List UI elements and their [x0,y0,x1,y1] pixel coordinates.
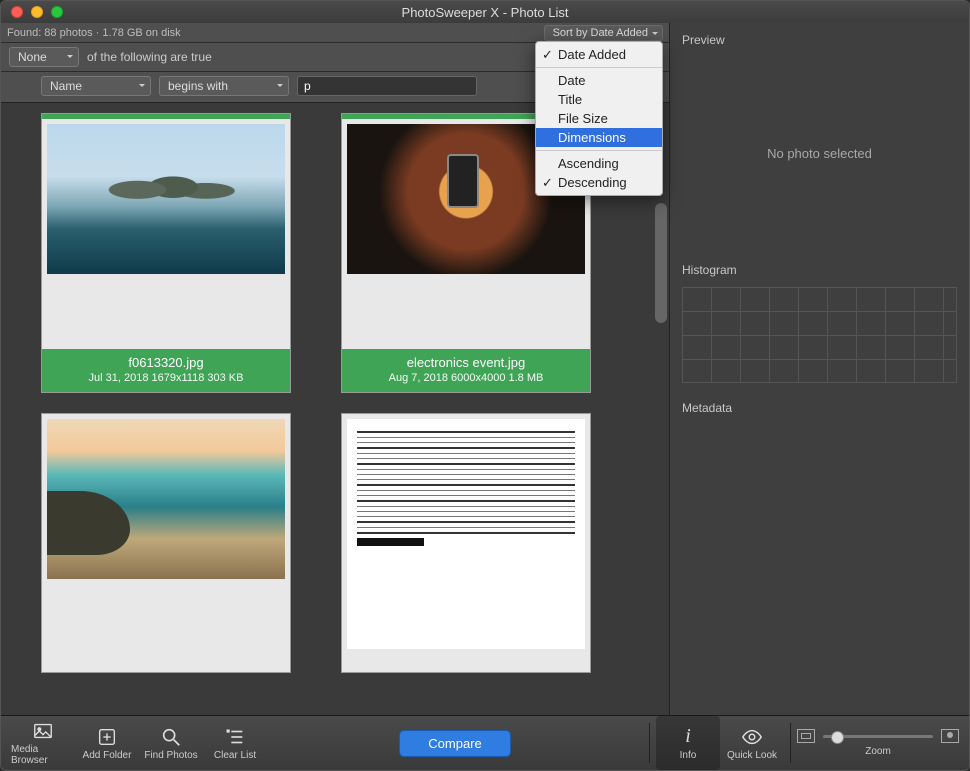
compare-button[interactable]: Compare [399,730,510,757]
preview-placeholder: No photo selected [767,146,872,161]
close-icon[interactable] [11,6,23,18]
sort-menu-date-added[interactable]: Date Added [536,45,662,64]
zoom-in-icon[interactable] [941,729,959,743]
sort-menu-title[interactable]: Title [536,90,662,109]
photo-meta: Aug 7, 2018 6000x4000 1.8 MB [346,371,586,386]
inspector-pane: Preview No photo selected Histogram Meta… [669,23,969,715]
filter-match-select[interactable]: None [9,47,79,67]
status-bar: Found: 88 photos · 1.78 GB on disk Sort … [1,23,669,43]
toolbar-label: Clear List [214,750,256,761]
clear-list-button[interactable]: Clear List [203,716,267,770]
toolbar-label: Quick Look [727,750,777,761]
photo-thumbnail [347,419,585,649]
info-icon: i [677,726,699,748]
sort-menu-descending[interactable]: Descending [536,173,662,192]
histogram-header: Histogram [670,253,969,283]
photo-thumbnail [47,124,285,274]
zoom-window-icon[interactable] [51,6,63,18]
find-photos-button[interactable]: Find Photos [139,716,203,770]
info-button[interactable]: i Info [656,716,720,770]
toolbar-label: Media Browser [11,744,75,766]
sort-menu-date[interactable]: Date [536,71,662,90]
toolbar-label: Find Photos [144,750,197,761]
window-controls [1,6,63,18]
photo-filename: electronics event.jpg [346,354,586,372]
zoom-control [797,729,959,743]
photo-card[interactable] [341,413,591,673]
media-browser-icon [32,720,54,742]
plus-icon [96,726,118,748]
sort-button[interactable]: Sort by Date Added [544,25,663,41]
photo-thumbnail [47,419,285,579]
toolbar-label: Add Folder [83,750,132,761]
window-title: PhotoSweeper X - Photo List [1,5,969,20]
photo-card[interactable] [41,413,291,673]
eye-icon [741,726,763,748]
preview-header: Preview [670,23,969,53]
app-window: PhotoSweeper X - Photo List Found: 88 ph… [0,0,970,771]
main-pane: Found: 88 photos · 1.78 GB on disk Sort … [1,23,669,715]
toolbar-label: Zoom [865,746,891,757]
photo-filename: f0613320.jpg [46,354,286,372]
sort-menu-dimensions[interactable]: Dimensions [536,128,662,147]
filter-value-input[interactable] [297,76,477,96]
photo-card[interactable]: f0613320.jpg Jul 31, 2018 1679x1118 303 … [41,113,291,393]
sort-menu-file-size[interactable]: File Size [536,109,662,128]
histogram-area [682,287,957,383]
sort-menu-ascending[interactable]: Ascending [536,154,662,173]
scrollbar-thumb[interactable] [655,203,667,323]
quick-look-button[interactable]: Quick Look [720,716,784,770]
metadata-header: Metadata [670,391,969,421]
add-folder-button[interactable]: Add Folder [75,716,139,770]
clear-list-icon [224,726,246,748]
zoom-slider[interactable] [823,735,933,738]
titlebar: PhotoSweeper X - Photo List [1,1,969,23]
media-browser-button[interactable]: Media Browser [11,716,75,770]
filter-match-text: of the following are true [87,50,212,64]
search-icon [160,726,182,748]
bottom-toolbar: Media Browser Add Folder Find Photos Cle… [1,715,969,770]
filter-field-select[interactable]: Name [41,76,151,96]
toolbar-label: Info [680,750,697,761]
status-text: Found: 88 photos · 1.78 GB on disk [7,27,181,39]
zoom-out-icon[interactable] [797,729,815,743]
photo-meta: Jul 31, 2018 1679x1118 303 KB [46,371,286,386]
preview-area: No photo selected [670,53,969,253]
sort-menu: Date Added Date Title File Size Dimensio… [535,41,663,196]
filter-op-select[interactable]: begins with [159,76,289,96]
minimize-icon[interactable] [31,6,43,18]
